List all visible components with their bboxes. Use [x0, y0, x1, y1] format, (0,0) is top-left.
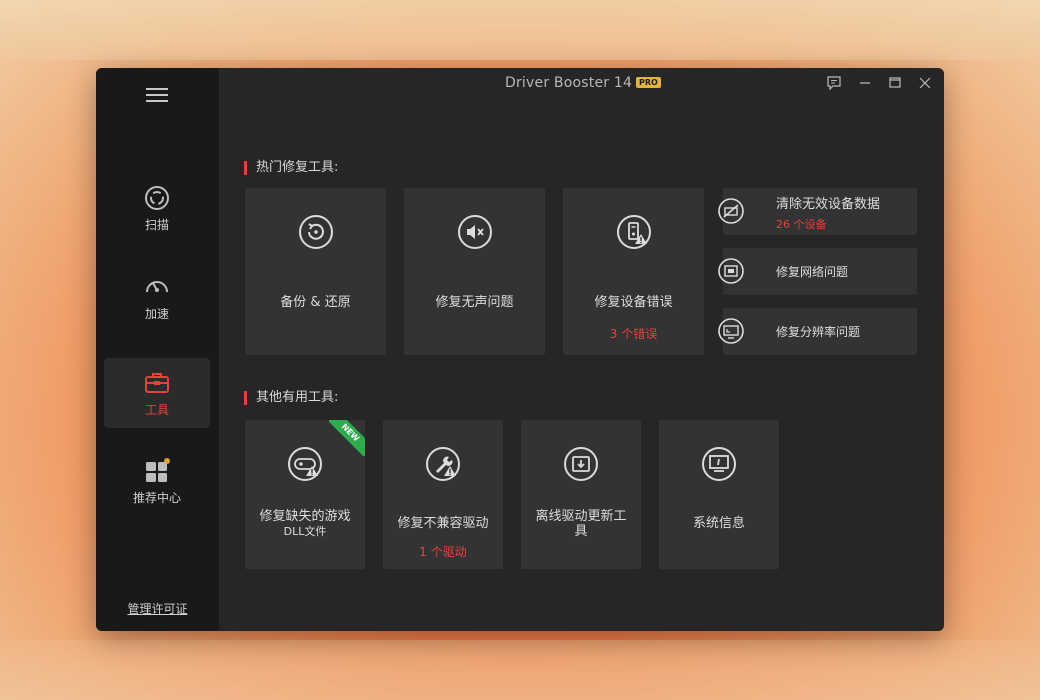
toolbox-icon: [145, 372, 169, 393]
main-panel: Driver Booster 14 PRO 热门修复工具: 备份 & 还原 修复…: [219, 68, 944, 631]
apps-grid-icon: [146, 457, 170, 482]
fix-game-dll-card[interactable]: 修复缺失的游戏 DLL文件 NEW: [245, 420, 365, 569]
other-tools-title: 其他有用工具:: [244, 391, 338, 405]
card-label: 修复缺失的游戏: [259, 509, 351, 524]
sidebar-item-scan[interactable]: 扫描: [104, 173, 210, 243]
offline-driver-update-card[interactable]: 离线驱动更新工 具: [521, 420, 641, 569]
title-bar: Driver Booster 14 PRO: [219, 68, 944, 100]
sidebar-item-tools[interactable]: 工具: [104, 358, 210, 428]
incompatible-driver-count: 1 个驱动: [419, 545, 467, 559]
card-label: 修复不兼容驱动: [397, 516, 489, 531]
invalid-device-count: 26 个设备: [776, 218, 827, 231]
wrench-warning-icon: [426, 447, 460, 481]
card-label: 清除无效设备数据: [776, 197, 881, 212]
clean-invalid-device-card[interactable]: 清除无效设备数据 26 个设备: [718, 188, 917, 235]
fix-no-sound-card[interactable]: 修复无声问题: [404, 188, 545, 355]
backup-restore-card[interactable]: 备份 & 还原: [245, 188, 386, 355]
backup-restore-icon: [298, 215, 333, 249]
system-info-card[interactable]: 系统信息: [659, 420, 779, 569]
resolution-icon: [718, 318, 744, 344]
fix-incompatible-driver-card[interactable]: 修复不兼容驱动 1 个驱动: [383, 420, 503, 569]
card-label: 修复无声问题: [435, 295, 514, 310]
speaker-mute-icon: [457, 215, 492, 249]
sidebar: 扫描 加速 工具 推荐中心 管理许可证: [96, 68, 219, 631]
card-label: 修复分辨率问题: [776, 325, 861, 339]
app-window: 扫描 加速 工具 推荐中心 管理许可证 Driver Booster 14 PR…: [96, 68, 944, 631]
gamepad-warning-icon: [288, 447, 322, 481]
desktop-backdrop-bottom: [0, 640, 1040, 700]
sidebar-item-label: 推荐中心: [132, 490, 181, 505]
network-icon: [718, 258, 744, 284]
sidebar-item-label: 扫描: [144, 217, 169, 232]
minimize-icon[interactable]: [857, 75, 873, 91]
card-label-line2: 具: [574, 524, 588, 539]
fix-network-card[interactable]: 修复网络问题: [718, 248, 917, 295]
feedback-icon[interactable]: [826, 75, 842, 91]
system-info-icon: [702, 447, 736, 481]
maximize-icon[interactable]: [887, 75, 903, 91]
manage-license-link[interactable]: 管理许可证: [96, 600, 219, 617]
sidebar-item-label: 加速: [144, 306, 169, 321]
fix-device-error-card[interactable]: 修复设备错误 3 个错误: [563, 188, 704, 355]
fix-resolution-card[interactable]: 修复分辨率问题: [718, 308, 917, 355]
invalid-device-icon: [718, 198, 744, 224]
card-label: 备份 & 还原: [280, 295, 351, 310]
card-label-line2: DLL文件: [283, 525, 327, 538]
hot-tools-title: 热门修复工具:: [244, 161, 338, 175]
pro-badge: PRO: [636, 77, 661, 88]
app-title: Driver Booster 14: [505, 75, 633, 91]
new-badge: NEW: [329, 420, 365, 456]
card-label: 修复设备错误: [594, 295, 673, 310]
speedometer-icon: [146, 280, 168, 292]
card-label: 离线驱动更新工: [535, 509, 627, 524]
hamburger-menu-icon[interactable]: [146, 88, 168, 102]
device-error-count: 3 个错误: [609, 327, 658, 341]
sidebar-item-recommend[interactable]: 推荐中心: [104, 446, 210, 516]
sidebar-item-label: 工具: [144, 402, 169, 417]
sidebar-item-speedup[interactable]: 加速: [104, 262, 210, 332]
card-label: 系统信息: [692, 516, 745, 531]
card-label: 修复网络问题: [776, 265, 849, 279]
scan-icon: [145, 185, 169, 210]
close-icon[interactable]: [917, 75, 933, 91]
device-error-icon: [616, 215, 651, 249]
offline-update-icon: [564, 447, 598, 481]
desktop-backdrop-top: [0, 0, 1040, 60]
new-badge-text: NEW: [329, 420, 365, 456]
